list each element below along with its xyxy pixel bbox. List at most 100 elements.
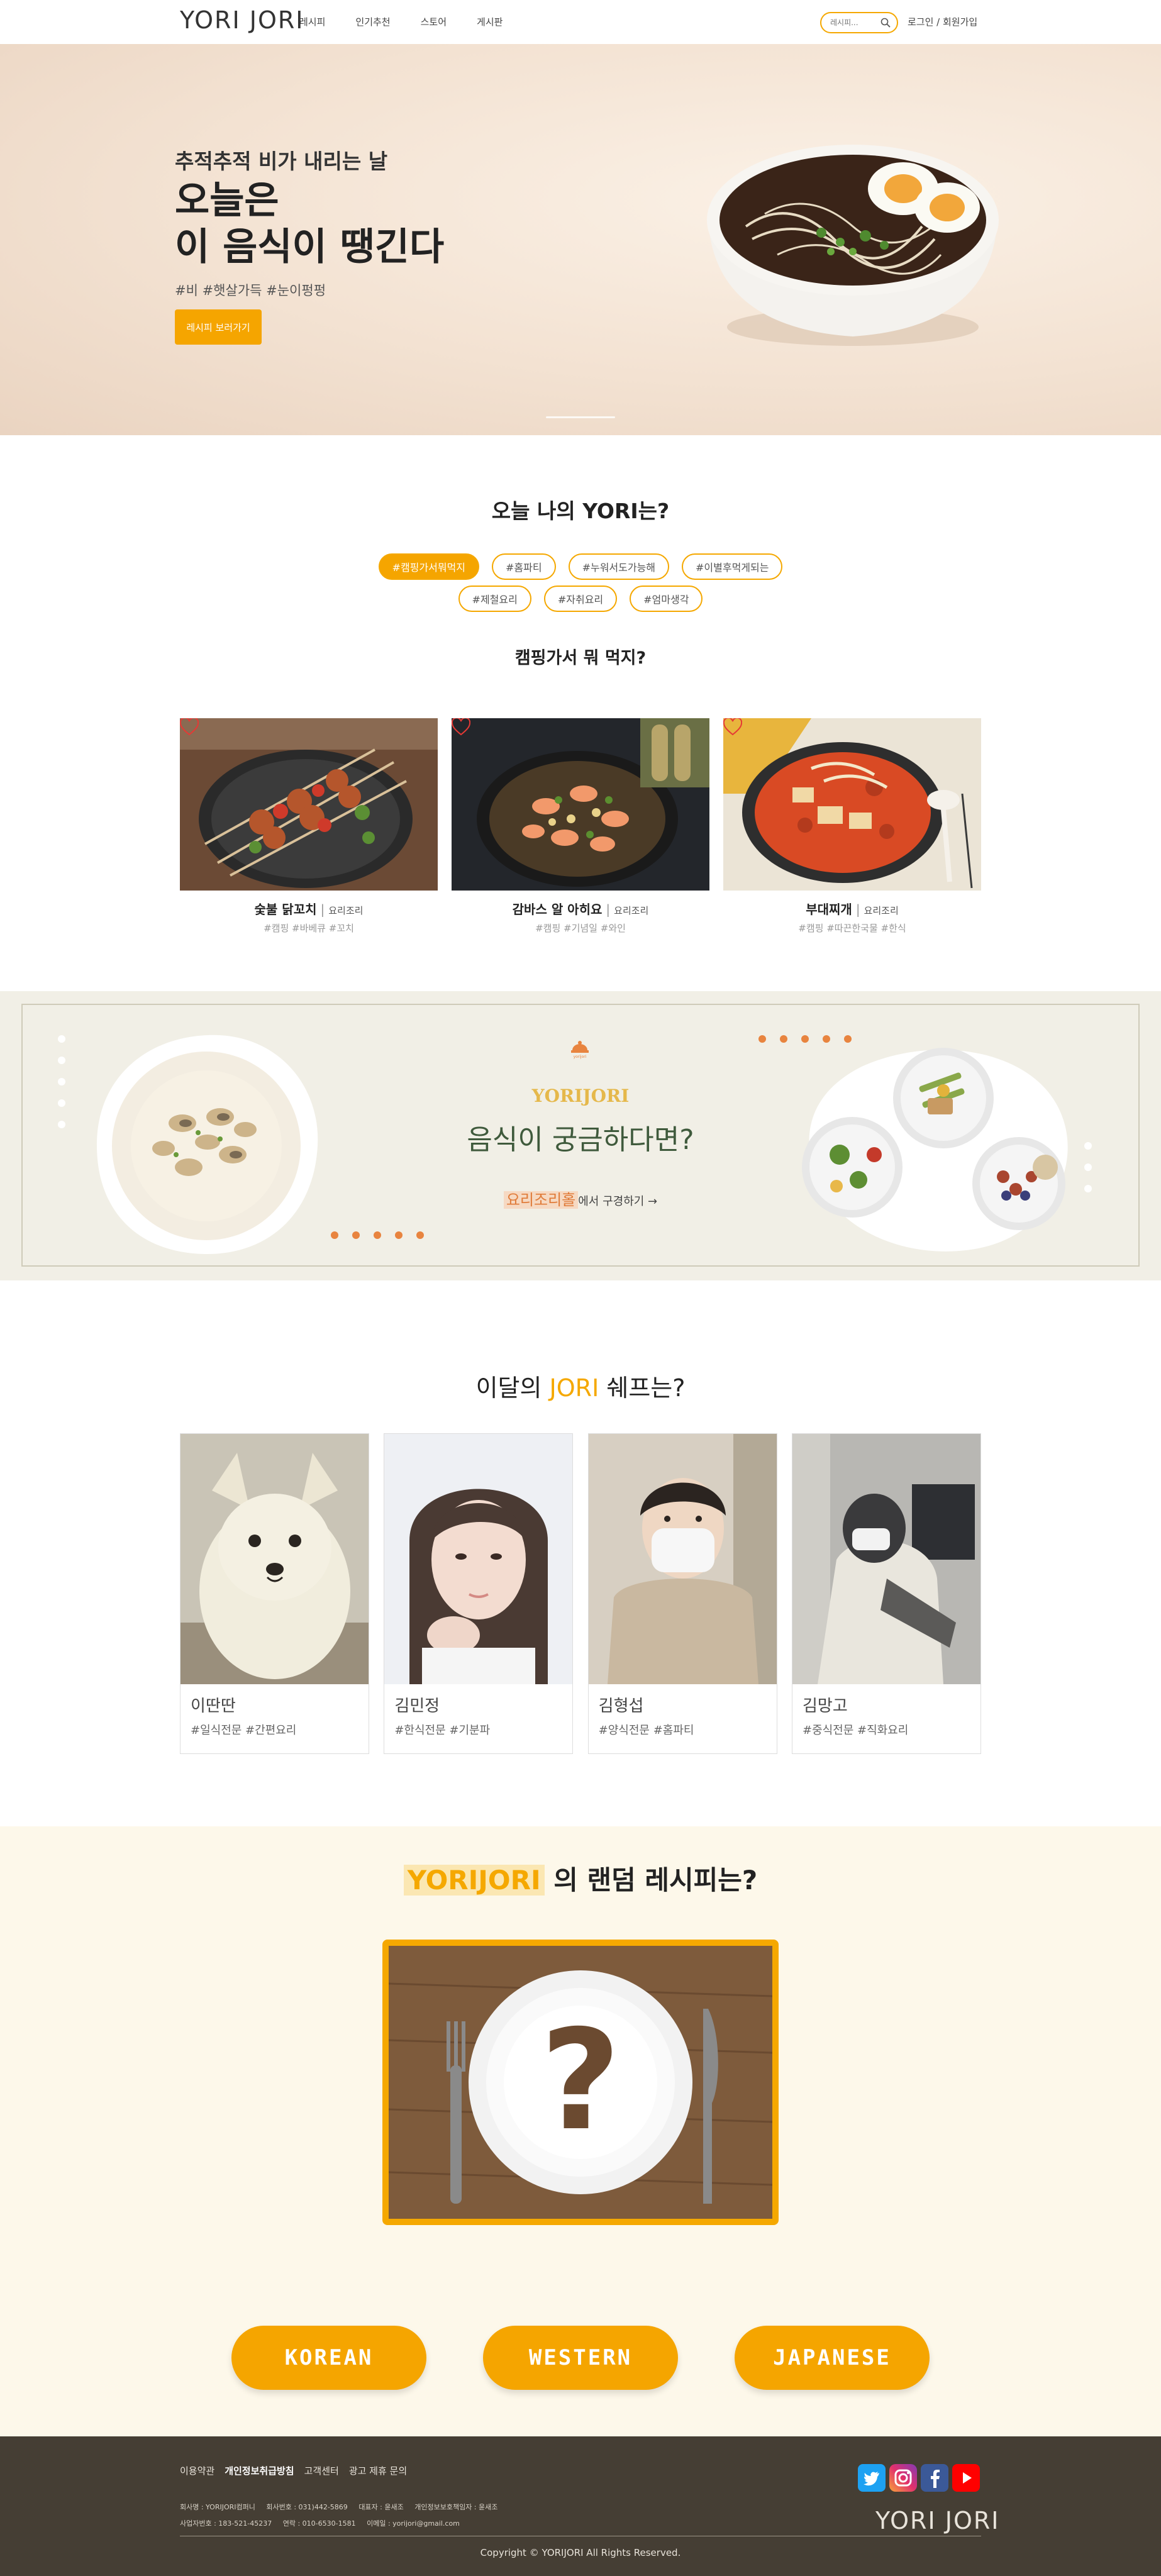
- chef-tags: #한식전문 #기분파: [394, 1724, 491, 1737]
- info-ceo: 대표자 : 윤새조: [358, 2503, 404, 2511]
- footer-link-support[interactable]: 고객센터: [304, 2464, 339, 2477]
- decor-dots: [331, 1231, 424, 1239]
- nav-item-recipe[interactable]: 레시피: [299, 15, 325, 28]
- promo-banner: yorijori YORIJORI 음식이 궁금하다면? 요리조리홀 에서 구경하…: [0, 991, 1161, 1280]
- footer-link-privacy[interactable]: 개인정보취급방침: [225, 2464, 294, 2477]
- facebook-icon[interactable]: [921, 2464, 948, 2492]
- chef-card[interactable]: 김망고 #중식전문 #직화요리: [791, 1433, 981, 1754]
- youtube-icon[interactable]: [952, 2464, 980, 2492]
- chef-name: 김망고: [802, 1697, 848, 1716]
- random-title-highlight: YORIJORI: [403, 1865, 545, 1896]
- recipe-type: 요리조리: [328, 905, 364, 916]
- korean-button[interactable]: KOREAN: [231, 2326, 426, 2390]
- social-links: [858, 2464, 980, 2492]
- main-nav: 레시피 인기추천 스토어 게시판: [299, 15, 503, 28]
- chip-seasonal[interactable]: #제철요리: [458, 586, 531, 612]
- search-icon[interactable]: [880, 18, 891, 28]
- today-section-title: 오늘 나의 YORI는?: [491, 499, 670, 523]
- site-logo[interactable]: YORI JORI: [180, 6, 304, 34]
- recipe-tags: #캠핑 #바베큐 #꼬치: [264, 923, 354, 934]
- recipe-image[interactable]: [452, 718, 709, 891]
- noodle-bowl-image: [707, 145, 999, 346]
- search-box: [820, 12, 898, 33]
- site-footer: 이용약관 개인정보취급방침 고객센터 광고 제휴 문의 회사명 : YORIJO…: [0, 2436, 1161, 2576]
- recipe-type: 요리조리: [864, 905, 899, 916]
- recipe-tags: #캠핑 #기념일 #와인: [535, 923, 626, 934]
- question-mark-icon: ?: [540, 2000, 621, 2161]
- random-title-text: 의 랜덤 레시피는?: [544, 1865, 758, 1896]
- recipe-title: 감바스 알 아히요 | 요리조리: [512, 902, 649, 917]
- chefs-title-pre: 이달의: [475, 1374, 550, 1402]
- recipe-image[interactable]: [180, 718, 438, 891]
- chef-hat-label: yorijori: [574, 1055, 587, 1059]
- chip-camping[interactable]: #캠핑가서뭐먹지: [378, 553, 479, 580]
- random-recipe-image[interactable]: ?: [382, 1940, 779, 2225]
- recipe-name[interactable]: 감바스 알 아히요: [513, 902, 603, 917]
- info-phone: 회사번호 : 031)442-5869: [266, 2503, 348, 2511]
- chip-homeparty[interactable]: #홈파티: [491, 553, 556, 580]
- footer-links: 이용약관 개인정보취급방침 고객센터 광고 제휴 문의: [180, 2464, 407, 2477]
- chefs-title-accent: JORI: [549, 1374, 599, 1402]
- chip-breakup[interactable]: #이별후먹게되는: [682, 553, 783, 580]
- chef-tags: #중식전문 #직화요리: [802, 1724, 909, 1737]
- instagram-icon[interactable]: [889, 2464, 917, 2492]
- view-recipe-button[interactable]: 레시피 보러가기: [175, 309, 262, 345]
- hero-title: 오늘은 이 음식이 땡긴다: [175, 179, 445, 269]
- chef-photo[interactable]: [181, 1434, 369, 1684]
- recipe-card[interactable]: 부대찌개 | 요리조리 #캠핑 #따끈한국물 #한식: [723, 718, 981, 935]
- western-button[interactable]: WESTERN: [483, 2326, 678, 2390]
- info-privacy-officer: 개인정보보호책임자 : 윤새조: [414, 2503, 498, 2511]
- chef-card[interactable]: 이딴딴 #일식전문 #간편요리: [180, 1433, 369, 1754]
- chef-card[interactable]: 김민정 #한식전문 #기분파: [384, 1433, 574, 1754]
- chefs-title-post: 쉐프는?: [599, 1374, 686, 1402]
- footer-link-terms[interactable]: 이용약관: [180, 2464, 214, 2477]
- heart-icon[interactable]: [723, 718, 742, 736]
- info-contact: 연락 : 010-6530-1581: [282, 2519, 356, 2528]
- chef-cards: 이딴딴 #일식전문 #간편요리 김민정 #한식전문 #기분파 김형섭 #양식전문…: [180, 1433, 981, 1754]
- hero-slider-indicator[interactable]: [546, 416, 615, 418]
- login-signup-link[interactable]: 로그인 / 회원가입: [908, 15, 977, 28]
- heart-icon[interactable]: [180, 718, 199, 736]
- salad-plates-image: [802, 1048, 1068, 1252]
- hero-kicker: 추적추적 비가 내리는 날: [175, 149, 388, 174]
- random-recipe-section: YORIJORI 의 랜덤 레시피는? ? KOREAN WESTERN JAP…: [0, 1826, 1161, 2436]
- chef-tags: #일식전문 #간편요리: [191, 1724, 297, 1737]
- recipe-name[interactable]: 부대찌개: [806, 902, 852, 917]
- company-info: 회사명 : YORIJORI컴퍼니 회사번호 : 031)442-5869 대표…: [180, 2499, 506, 2532]
- recipe-image[interactable]: [723, 718, 981, 891]
- footer-logo[interactable]: YORI JORI: [875, 2507, 999, 2534]
- recipe-type: 요리조리: [614, 905, 649, 916]
- chef-tags: #양식전문 #홈파티: [598, 1724, 694, 1737]
- recipe-tags: #캠핑 #따끈한국물 #한식: [798, 923, 906, 934]
- chef-photo[interactable]: [588, 1434, 777, 1684]
- nav-item-store[interactable]: 스토어: [421, 15, 447, 28]
- twitter-icon[interactable]: [858, 2464, 886, 2492]
- chip-lying-down[interactable]: #누워서도가능해: [568, 553, 670, 580]
- info-company: 회사명 : YORIJORI컴퍼니: [180, 2503, 255, 2511]
- info-email: 이메일 : yorijori@gmail.com: [367, 2519, 460, 2528]
- recipe-card[interactable]: 숯불 닭꼬치 | 요리조리 #캠핑 #바베큐 #꼬치: [180, 718, 438, 935]
- recipe-name[interactable]: 숯불 닭꼬치: [255, 902, 317, 917]
- recipe-title: 부대찌개 | 요리조리: [806, 902, 899, 917]
- heart-icon[interactable]: [452, 718, 470, 736]
- tag-chips-row1: #캠핑가서뭐먹지 #홈파티 #누워서도가능해 #이별후먹게되는: [0, 553, 1161, 580]
- chip-solo-living[interactable]: #자취요리: [543, 586, 618, 612]
- search-input[interactable]: [830, 18, 877, 27]
- chef-photo[interactable]: [792, 1434, 980, 1684]
- chef-name: 김민정: [394, 1697, 440, 1716]
- copyright: Copyright © YORIJORI All Rights Reserved…: [480, 2547, 681, 2558]
- chef-photo[interactable]: [384, 1434, 573, 1684]
- random-section-title: YORIJORI 의 랜덤 레시피는?: [0, 1859, 1161, 1897]
- chef-card[interactable]: 김형섭 #양식전문 #홈파티: [587, 1433, 777, 1754]
- nav-item-popular[interactable]: 인기추천: [355, 15, 390, 28]
- nav-item-board[interactable]: 게시판: [477, 15, 503, 28]
- recipe-card[interactable]: 감바스 알 아히요 | 요리조리 #캠핑 #기념일 #와인: [452, 718, 709, 935]
- chip-mom[interactable]: #엄마생각: [630, 586, 703, 612]
- promo-link-highlight[interactable]: 요리조리홀: [503, 1191, 579, 1209]
- japanese-button[interactable]: JAPANESE: [735, 2326, 930, 2390]
- info-biz-number: 사업자번호 : 183-521-45237: [180, 2519, 272, 2528]
- hero-banner: 추적추적 비가 내리는 날 오늘은 이 음식이 땡긴다 #비 #햇살가득 #눈이…: [0, 44, 1161, 435]
- recipe-cards: 숯불 닭꼬치 | 요리조리 #캠핑 #바베큐 #꼬치 감바스 알 아히요 | 요리조리 …: [180, 718, 981, 935]
- promo-link-text[interactable]: 에서 구경하기 →: [578, 1195, 657, 1208]
- footer-link-ads[interactable]: 광고 제휴 문의: [349, 2464, 407, 2477]
